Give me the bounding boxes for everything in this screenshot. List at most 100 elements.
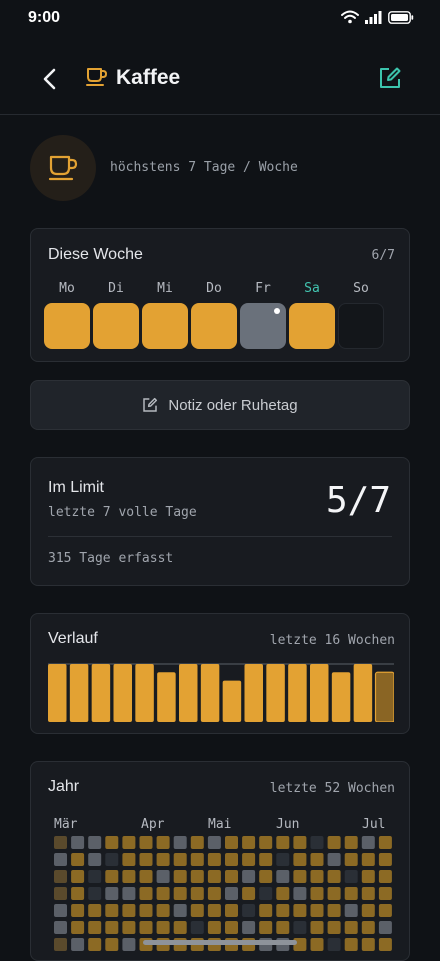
heatmap-cell [276,904,290,917]
day-cell[interactable] [93,303,139,349]
heatmap-cell [71,870,85,883]
heatmap-cell [207,887,221,900]
chevron-left-icon [43,68,56,90]
heatmap-cell [242,921,256,934]
heatmap-cell [54,836,67,849]
history-title: Verlauf [48,630,98,647]
heatmap-cell [259,853,273,866]
history-bar [113,664,132,722]
heatmap-cell [54,904,67,917]
heatmap-cell [344,853,358,866]
limit-value: 5/7 [325,480,391,521]
heatmap-cell [276,853,290,866]
heatmap-cell [122,853,136,866]
heatmap-cell [344,870,358,883]
heatmap-cell [122,938,136,951]
year-title: Jahr [48,778,80,795]
day-cell[interactable] [240,303,286,349]
heatmap-cell [122,887,136,900]
heatmap-cell [327,870,341,883]
history-bar [353,664,373,722]
day-label: Di [108,281,124,296]
year-range: letzte 52 Wochen [269,781,395,796]
heatmap-cell [378,870,392,883]
heatmap-cell [344,921,358,934]
history-bar [48,664,67,722]
heatmap-cell [225,853,238,866]
edit-button[interactable] [378,66,402,95]
heatmap-cell [207,904,221,917]
heatmap-cell [71,836,85,849]
heatmap-cell [207,921,221,934]
history-bar-chart [48,663,394,722]
heatmap-cell [293,853,307,866]
heatmap-cell [259,870,273,883]
month-label: Mär [54,817,78,832]
heatmap-cell [361,853,375,866]
heatmap-cell [327,921,341,934]
heatmap-cell [139,921,153,934]
heatmap-cell [190,904,204,917]
heatmap-cell [225,921,238,934]
heatmap-cell [378,853,392,866]
history-bar [69,664,89,722]
heatmap-cell [88,921,102,934]
note-or-rest-day-button[interactable]: Notiz oder Ruhetag [30,380,410,430]
heatmap-cell [378,836,392,849]
heatmap-cell [361,836,375,849]
heatmap-cell [88,887,102,900]
heatmap-cell [293,836,307,849]
history-bar [288,664,307,722]
heatmap-cell [310,887,324,900]
home-indicator [143,940,297,945]
heatmap-cell [105,904,119,917]
history-bar [222,680,242,722]
heatmap-cell [361,887,375,900]
heatmap-cell [276,836,290,849]
heatmap-cell [190,853,204,866]
day-cell[interactable] [44,303,90,349]
heatmap-cell [242,853,256,866]
heatmap-cell [122,921,136,934]
heatmap-cell [54,938,67,951]
day-cell[interactable] [289,303,335,349]
heatmap-cell [190,921,204,934]
back-button[interactable] [38,66,62,92]
heatmap-cell [122,870,136,883]
history-bar [135,664,154,722]
heatmap-cell [344,887,358,900]
history-bar [200,664,220,722]
heatmap-cell [242,904,256,917]
heatmap-cell [173,870,187,883]
heatmap-cell [242,836,256,849]
history-bar [91,664,111,722]
heatmap-cell [122,904,136,917]
heatmap-cell [71,904,85,917]
heatmap-cell [276,887,290,900]
heatmap-cell [105,938,119,951]
heatmap-cell [344,904,358,917]
heatmap-cell [293,870,307,883]
history-bar [310,664,329,722]
heatmap-cell [378,921,392,934]
heatmap-cell [259,904,273,917]
month-label: Jun [276,817,300,832]
week-title: Diese Woche [48,246,143,263]
day-cell[interactable] [191,303,237,349]
heatmap-cell [259,921,273,934]
heatmap-cell [190,887,204,900]
history-card: Verlauf letzte 16 Wochen [30,613,410,734]
heatmap-cell [327,887,341,900]
coffee-cup-icon [86,67,108,92]
day-cell[interactable] [142,303,188,349]
heatmap-cell [225,887,238,900]
history-bar [374,671,394,722]
heatmap-cell [225,904,238,917]
heatmap-cell [88,938,102,951]
heatmap-cell [54,921,67,934]
day-cell[interactable] [338,303,384,349]
heatmap-cell [71,853,85,866]
heatmap-cell [105,853,119,866]
year-card: Jahr letzte 52 Wochen Mär Apr Mai Jun Jul [30,761,410,961]
day-label: Sa [304,281,320,296]
